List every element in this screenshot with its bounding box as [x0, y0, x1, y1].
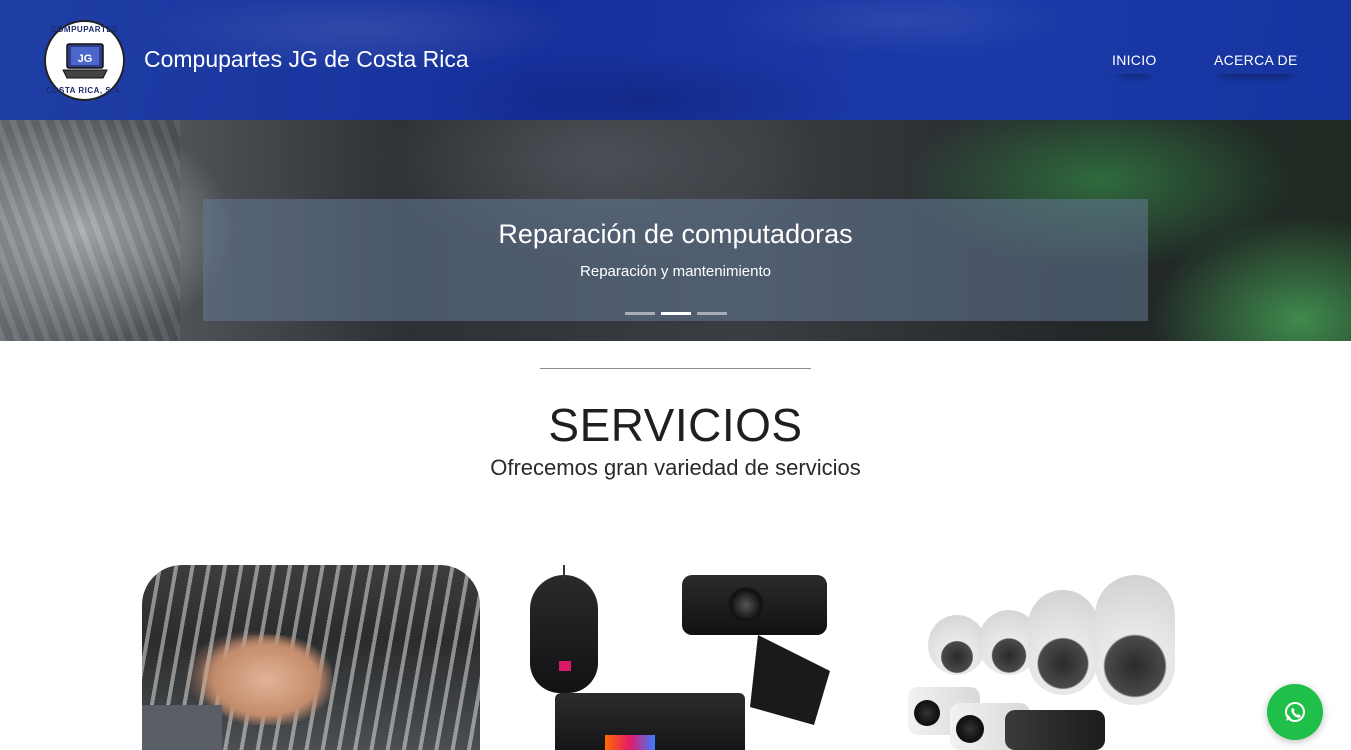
site-header: COMPUPARTES JG COSTA RICA, S.A. Compupar… [0, 0, 1351, 120]
logo-ring-top-text: COMPUPARTES [50, 25, 119, 34]
bullet-camera-2-lens [956, 715, 984, 743]
carousel-caption-subtitle: Reparación y mantenimiento [580, 263, 771, 280]
mouse-cable [563, 565, 565, 579]
printer-paper [605, 735, 655, 750]
carousel-caption-title: Reparación de computadoras [498, 219, 853, 249]
gaming-mouse-image [530, 575, 598, 693]
dome-camera-3 [1028, 590, 1098, 695]
logo-laptop-icon: JG [62, 43, 108, 79]
site-title[interactable]: Compupartes JG de Costa Rica [144, 46, 469, 73]
sleeve-image [142, 705, 222, 750]
carousel-indicator-2[interactable] [661, 312, 691, 315]
carousel-caption: Reparación de computadoras Reparación y … [203, 199, 1148, 321]
carousel-indicators [625, 312, 727, 315]
service-card-security-cameras[interactable] [880, 565, 1220, 750]
ptz-camera [1095, 575, 1175, 705]
bullet-camera-1-lens [914, 700, 940, 726]
nav-inicio[interactable]: INICIO [1112, 52, 1157, 74]
service-card-peripherals[interactable] [510, 565, 850, 750]
site-logo[interactable]: COMPUPARTES JG COSTA RICA, S.A. [44, 20, 125, 101]
logo-ring-bottom-text: COSTA RICA, S.A. [46, 86, 123, 95]
webcam-lens [728, 587, 764, 623]
hero-carousel[interactable]: Reparación de computadoras Reparación y … [0, 120, 1351, 341]
carousel-indicator-3[interactable] [697, 312, 727, 315]
whatsapp-button[interactable] [1267, 684, 1323, 740]
services-title: SERVICIOS [548, 399, 803, 451]
bullet-camera-3 [1005, 710, 1105, 750]
logo-initials: JG [78, 53, 93, 65]
webcam-stand [750, 635, 830, 725]
carousel-indicator-1[interactable] [625, 312, 655, 315]
whatsapp-icon [1285, 702, 1305, 722]
section-divider [540, 368, 811, 369]
nav-acerca-de[interactable]: ACERCA DE [1214, 52, 1298, 74]
service-card-networking[interactable] [142, 565, 480, 750]
services-subtitle: Ofrecemos gran variedad de servicios [490, 455, 861, 480]
mouse-logo-light [559, 661, 571, 671]
hero-background-image [0, 120, 180, 341]
